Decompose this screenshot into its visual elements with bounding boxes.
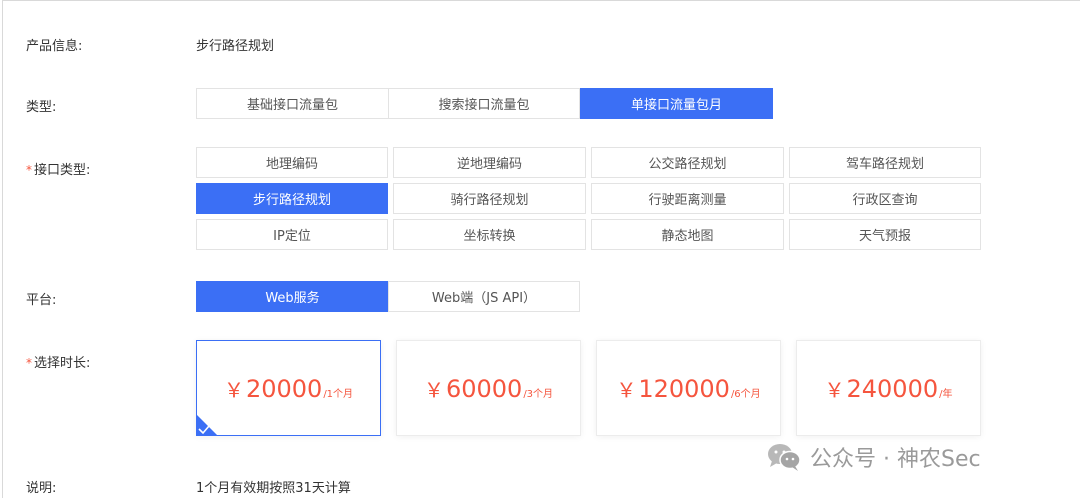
- price-unit: /3个月: [523, 388, 554, 400]
- currency-symbol: ￥: [223, 377, 244, 402]
- watermark: 公众号 · 神农Sec: [766, 440, 981, 474]
- price-text: ￥60000/3个月: [424, 374, 553, 403]
- api-option-district-query[interactable]: 行政区查询: [789, 183, 981, 214]
- duration-card-6-months[interactable]: ￥120000/6个月: [596, 340, 781, 436]
- product-info-label: 产品信息:: [26, 39, 83, 54]
- api-option-geocode[interactable]: 地理编码: [196, 147, 388, 178]
- platform-option-web-service[interactable]: Web服务: [196, 281, 389, 312]
- price-amount: 120000: [638, 374, 730, 403]
- api-option-ip-location[interactable]: IP定位: [196, 219, 388, 250]
- api-option-driving-route[interactable]: 驾车路径规划: [789, 147, 981, 178]
- required-mark: *: [26, 163, 32, 177]
- api-option-weather[interactable]: 天气预报: [789, 219, 981, 250]
- api-option-reverse-geocode[interactable]: 逆地理编码: [393, 147, 586, 178]
- api-option-coordinate-convert[interactable]: 坐标转换: [393, 219, 586, 250]
- api-type-label: * 接口类型:: [26, 159, 90, 178]
- price-text: ￥240000/年: [825, 374, 953, 403]
- api-option-transit-route[interactable]: 公交路径规划: [591, 147, 784, 178]
- price-text: ￥120000/6个月: [616, 374, 760, 403]
- api-option-cycling-route[interactable]: 骑行路径规划: [393, 183, 586, 214]
- duration-card-1-month[interactable]: ￥20000/1个月: [196, 340, 381, 436]
- price-amount: 240000: [846, 374, 939, 403]
- note-label: 说明:: [26, 481, 57, 496]
- price-amount: 20000: [245, 374, 323, 403]
- checkmark-icon: [196, 414, 218, 436]
- duration-card-3-months[interactable]: ￥60000/3个月: [396, 340, 581, 436]
- product-name: 步行路径规划: [196, 39, 275, 54]
- currency-symbol: ￥: [423, 377, 444, 402]
- type-option-basic[interactable]: 基础接口流量包: [196, 88, 389, 119]
- type-option-single-monthly[interactable]: 单接口流量包月: [580, 88, 773, 119]
- note-text: 1个月有效期按照31天计算: [196, 481, 351, 496]
- duration-label: * 选择时长:: [26, 352, 90, 371]
- duration-card-1-year[interactable]: ￥240000/年: [796, 340, 981, 436]
- platform-option-web-js-api[interactable]: Web端（JS API）: [388, 281, 580, 312]
- api-option-walking-route[interactable]: 步行路径规划: [196, 183, 388, 214]
- price-amount: 60000: [445, 374, 523, 403]
- price-unit: /年: [939, 388, 953, 400]
- type-label: 类型:: [26, 100, 57, 115]
- currency-symbol: ￥: [616, 377, 637, 402]
- platform-label: 平台:: [26, 293, 57, 308]
- duration-label-text: 选择时长:: [34, 356, 91, 371]
- type-option-search[interactable]: 搜索接口流量包: [388, 88, 580, 119]
- price-text: ￥20000/1个月: [224, 374, 353, 403]
- watermark-text: 公众号 · 神农Sec: [810, 447, 981, 472]
- price-unit: /1个月: [323, 388, 354, 400]
- required-mark: *: [26, 356, 32, 370]
- api-option-distance-measure[interactable]: 行驶距离测量: [591, 183, 784, 214]
- wechat-icon: [768, 444, 801, 471]
- price-unit: /6个月: [730, 388, 761, 400]
- api-option-static-map[interactable]: 静态地图: [591, 219, 784, 250]
- currency-symbol: ￥: [824, 377, 845, 402]
- api-type-label-text: 接口类型:: [34, 163, 91, 178]
